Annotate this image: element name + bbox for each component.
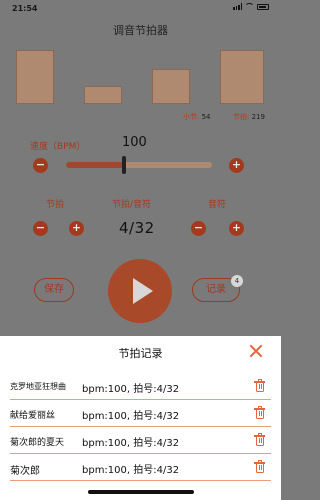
bar-label: 小节: (183, 113, 200, 121)
record-count-badge: 4 (231, 275, 243, 287)
signature-column-label: 节拍/音符 (112, 200, 152, 210)
beat-block-3 (152, 69, 190, 104)
trash-icon[interactable] (254, 433, 265, 446)
records-sheet: 节拍记录 克罗地亚狂想曲 bpm:100, 拍号:4/32 献给爱丽丝 bpm:… (0, 336, 281, 500)
beat-block-1 (16, 50, 54, 104)
status-bar: 21:54 (0, 0, 281, 16)
note-column-label: 音符 (208, 200, 227, 210)
speed-slider[interactable] (66, 162, 212, 168)
speed-slider-fill (66, 162, 125, 168)
wifi-icon (245, 3, 254, 10)
record-row[interactable]: 献给爱丽丝 bpm:100, 拍号:4/32 (10, 400, 271, 427)
time-signature-value: 4/32 (119, 219, 155, 237)
note-increase-button[interactable]: + (229, 221, 244, 236)
beat-label: 节拍: (233, 113, 250, 121)
bar-value: 54 (201, 113, 211, 121)
record-row[interactable]: 克罗地亚狂想曲 bpm:100, 拍号:4/32 (10, 373, 271, 400)
record-name: 克罗地亚狂想曲 (10, 382, 66, 391)
beat-increase-button[interactable]: + (69, 221, 84, 236)
status-time: 21:54 (12, 4, 38, 13)
bar-counter: 小节: 54 (183, 112, 211, 122)
speed-label: 速度（BPM） (30, 142, 86, 152)
sheet-title: 节拍记录 (118, 347, 163, 360)
page-title: 调音节拍器 (113, 24, 168, 37)
beat-block-2 (84, 86, 122, 104)
record-name: 献给爱丽丝 (10, 411, 56, 421)
speed-increase-button[interactable]: + (229, 158, 244, 173)
record-detail: bpm:100, 拍号:4/32 (82, 465, 180, 476)
trash-icon[interactable] (254, 460, 265, 473)
home-indicator (88, 490, 194, 494)
note-decrease-button[interactable]: − (191, 221, 206, 236)
beat-block-4 (220, 50, 264, 104)
beat-value: 219 (251, 113, 265, 121)
record-name: 菊次郎 (10, 466, 40, 477)
save-button[interactable]: 保存 (34, 278, 74, 302)
beat-counter: 节拍: 219 (233, 112, 265, 122)
record-detail: bpm:100, 拍号:4/32 (82, 411, 180, 422)
beat-decrease-button[interactable]: − (33, 221, 48, 236)
record-detail: bpm:100, 拍号:4/32 (82, 438, 180, 449)
trash-icon[interactable] (254, 406, 265, 419)
signal-icon (233, 3, 242, 10)
trash-icon[interactable] (254, 379, 265, 392)
battery-icon (257, 3, 269, 10)
record-row[interactable]: 菊次郎的夏天 bpm:100, 拍号:4/32 (10, 427, 271, 454)
speed-slider-thumb[interactable] (122, 156, 127, 174)
status-icons (233, 3, 269, 10)
beat-column-label: 节拍 (46, 200, 65, 210)
speed-value: 100 (122, 135, 147, 150)
play-icon (133, 278, 153, 304)
record-row[interactable]: 菊次郎 bpm:100, 拍号:4/32 (10, 454, 271, 481)
record-detail: bpm:100, 拍号:4/32 (82, 384, 180, 395)
speed-decrease-button[interactable]: − (33, 158, 48, 173)
close-icon[interactable] (249, 344, 263, 358)
record-name: 菊次郎的夏天 (10, 438, 65, 448)
play-button[interactable] (108, 259, 172, 323)
